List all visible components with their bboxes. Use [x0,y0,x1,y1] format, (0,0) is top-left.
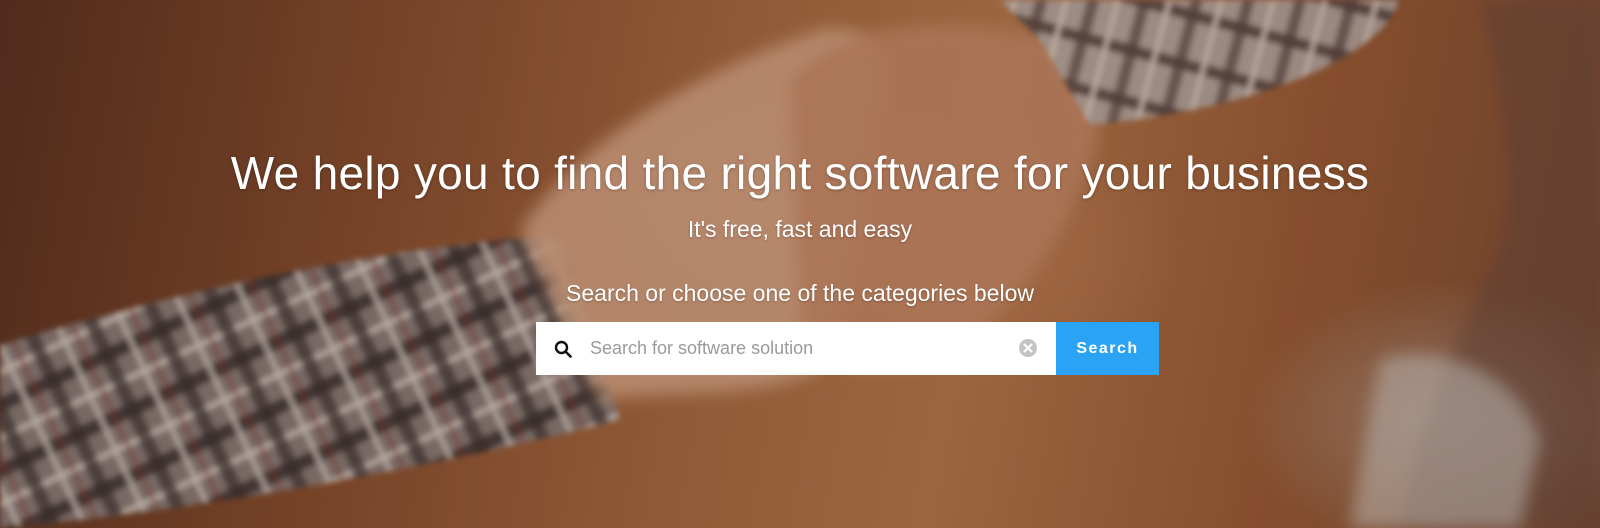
search-icon [552,338,574,360]
hero-headline: We help you to find the right software f… [230,147,1370,199]
hero-content: We help you to find the right software f… [0,0,1600,528]
search-bar: Search [536,322,1159,375]
hero-section: We help you to find the right software f… [0,0,1600,528]
hero-subline: It's free, fast and easy [687,216,913,242]
search-prompt: Search or choose one of the categories b… [566,280,1034,306]
search-box[interactable] [536,322,1056,375]
search-input[interactable] [590,323,1000,374]
clear-icon[interactable] [1018,338,1038,358]
search-button[interactable]: Search [1056,322,1159,375]
